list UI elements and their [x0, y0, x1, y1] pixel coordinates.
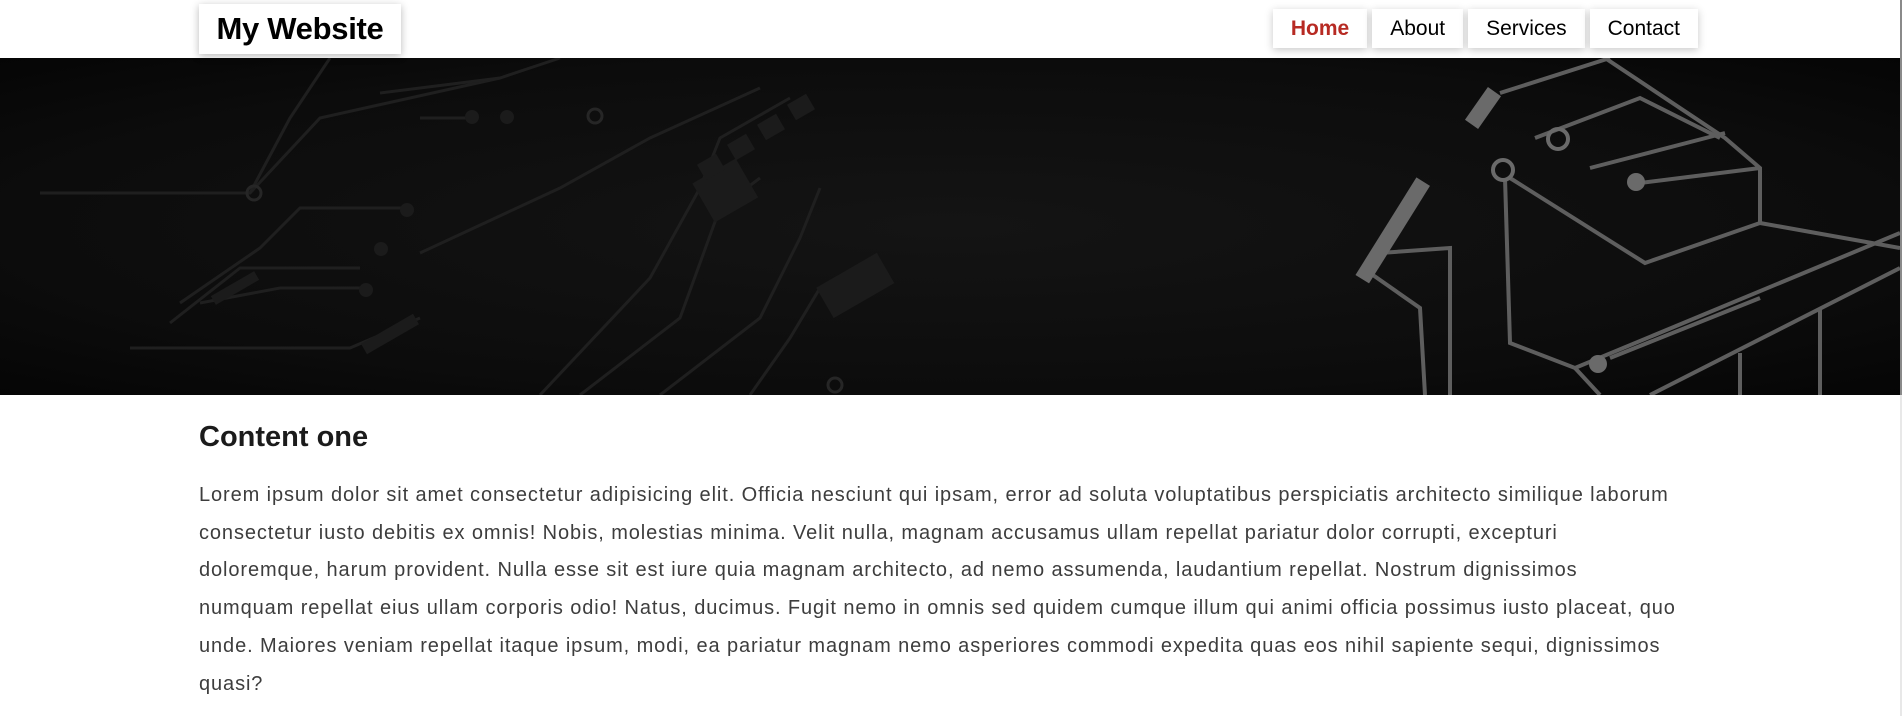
content-paragraph: Lorem ipsum dolor sit amet consectetur a… [199, 484, 1676, 695]
nav-about-link[interactable]: About [1372, 9, 1464, 48]
main-nav: Home About Services Contact [1272, 9, 1698, 48]
circuit-board-image [40, 58, 1900, 395]
content-heading: Content one [199, 421, 369, 453]
main-content: Content one Lorem ipsum dolor sit amet c… [199, 395, 1679, 703]
nav-contact-link[interactable]: Contact [1589, 9, 1698, 48]
hero-banner [0, 58, 1900, 395]
nav-home-link[interactable]: Home [1272, 9, 1368, 48]
site-logo[interactable]: My Website [199, 4, 401, 54]
site-header: My Website Home About Services Contact [0, 0, 1900, 58]
nav-services-link[interactable]: Services [1468, 9, 1585, 48]
